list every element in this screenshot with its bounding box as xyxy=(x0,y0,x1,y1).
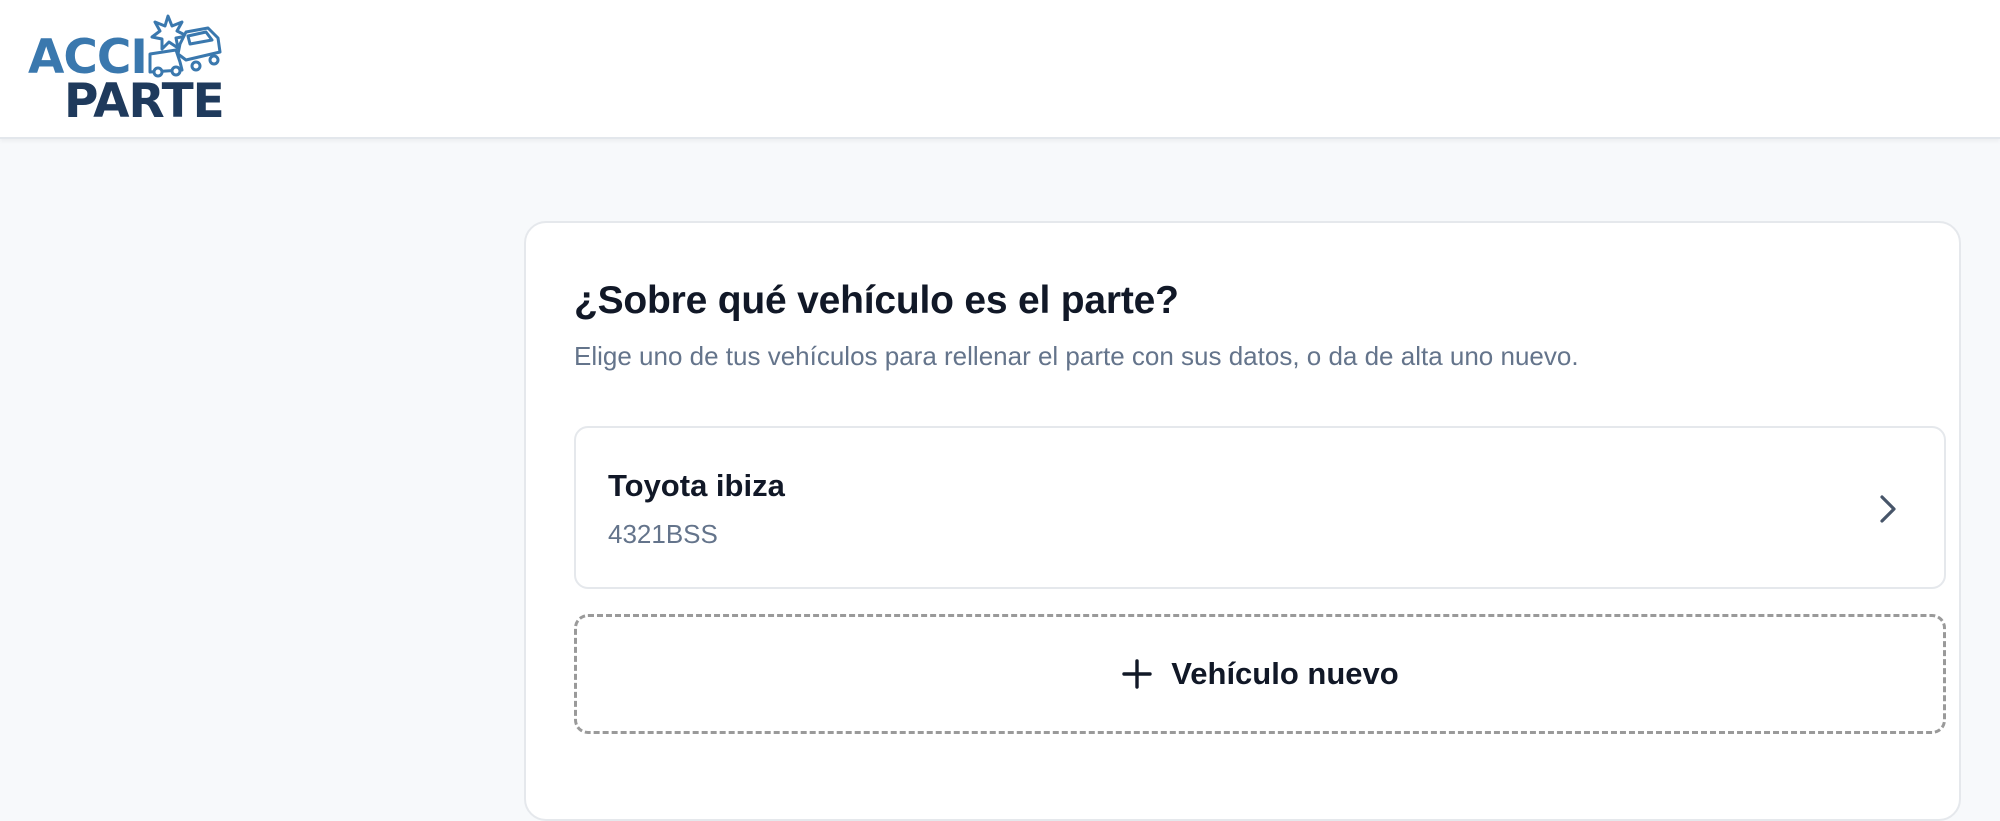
logo-text-parte: PARTE xyxy=(64,74,225,129)
chevron-right-icon xyxy=(1880,495,1896,523)
vehicle-plate: 4321BSS xyxy=(608,519,718,549)
acciparte-logo[interactable]: ACCI PARTE xyxy=(28,14,228,129)
new-vehicle-button[interactable]: Vehículo nuevo xyxy=(574,614,1946,734)
vehicle-name: Toyota ibiza xyxy=(608,468,785,503)
new-vehicle-label: Vehículo nuevo xyxy=(1171,656,1399,691)
crashed-car-icon xyxy=(148,14,222,78)
vehicle-item-toyota-ibiza[interactable]: Toyota ibiza 4321BSS xyxy=(574,426,1946,589)
vehicle-selection-card: ¿Sobre qué vehículo es el parte? Elige u… xyxy=(524,221,1961,821)
page-title: ¿Sobre qué vehículo es el parte? xyxy=(574,279,1179,322)
top-bar: ACCI PARTE xyxy=(0,0,2000,139)
new-vehicle-content: Vehículo nuevo xyxy=(577,617,1943,731)
plus-icon xyxy=(1122,659,1152,689)
page-subtitle: Elige uno de tus vehículos para rellenar… xyxy=(574,341,1579,371)
